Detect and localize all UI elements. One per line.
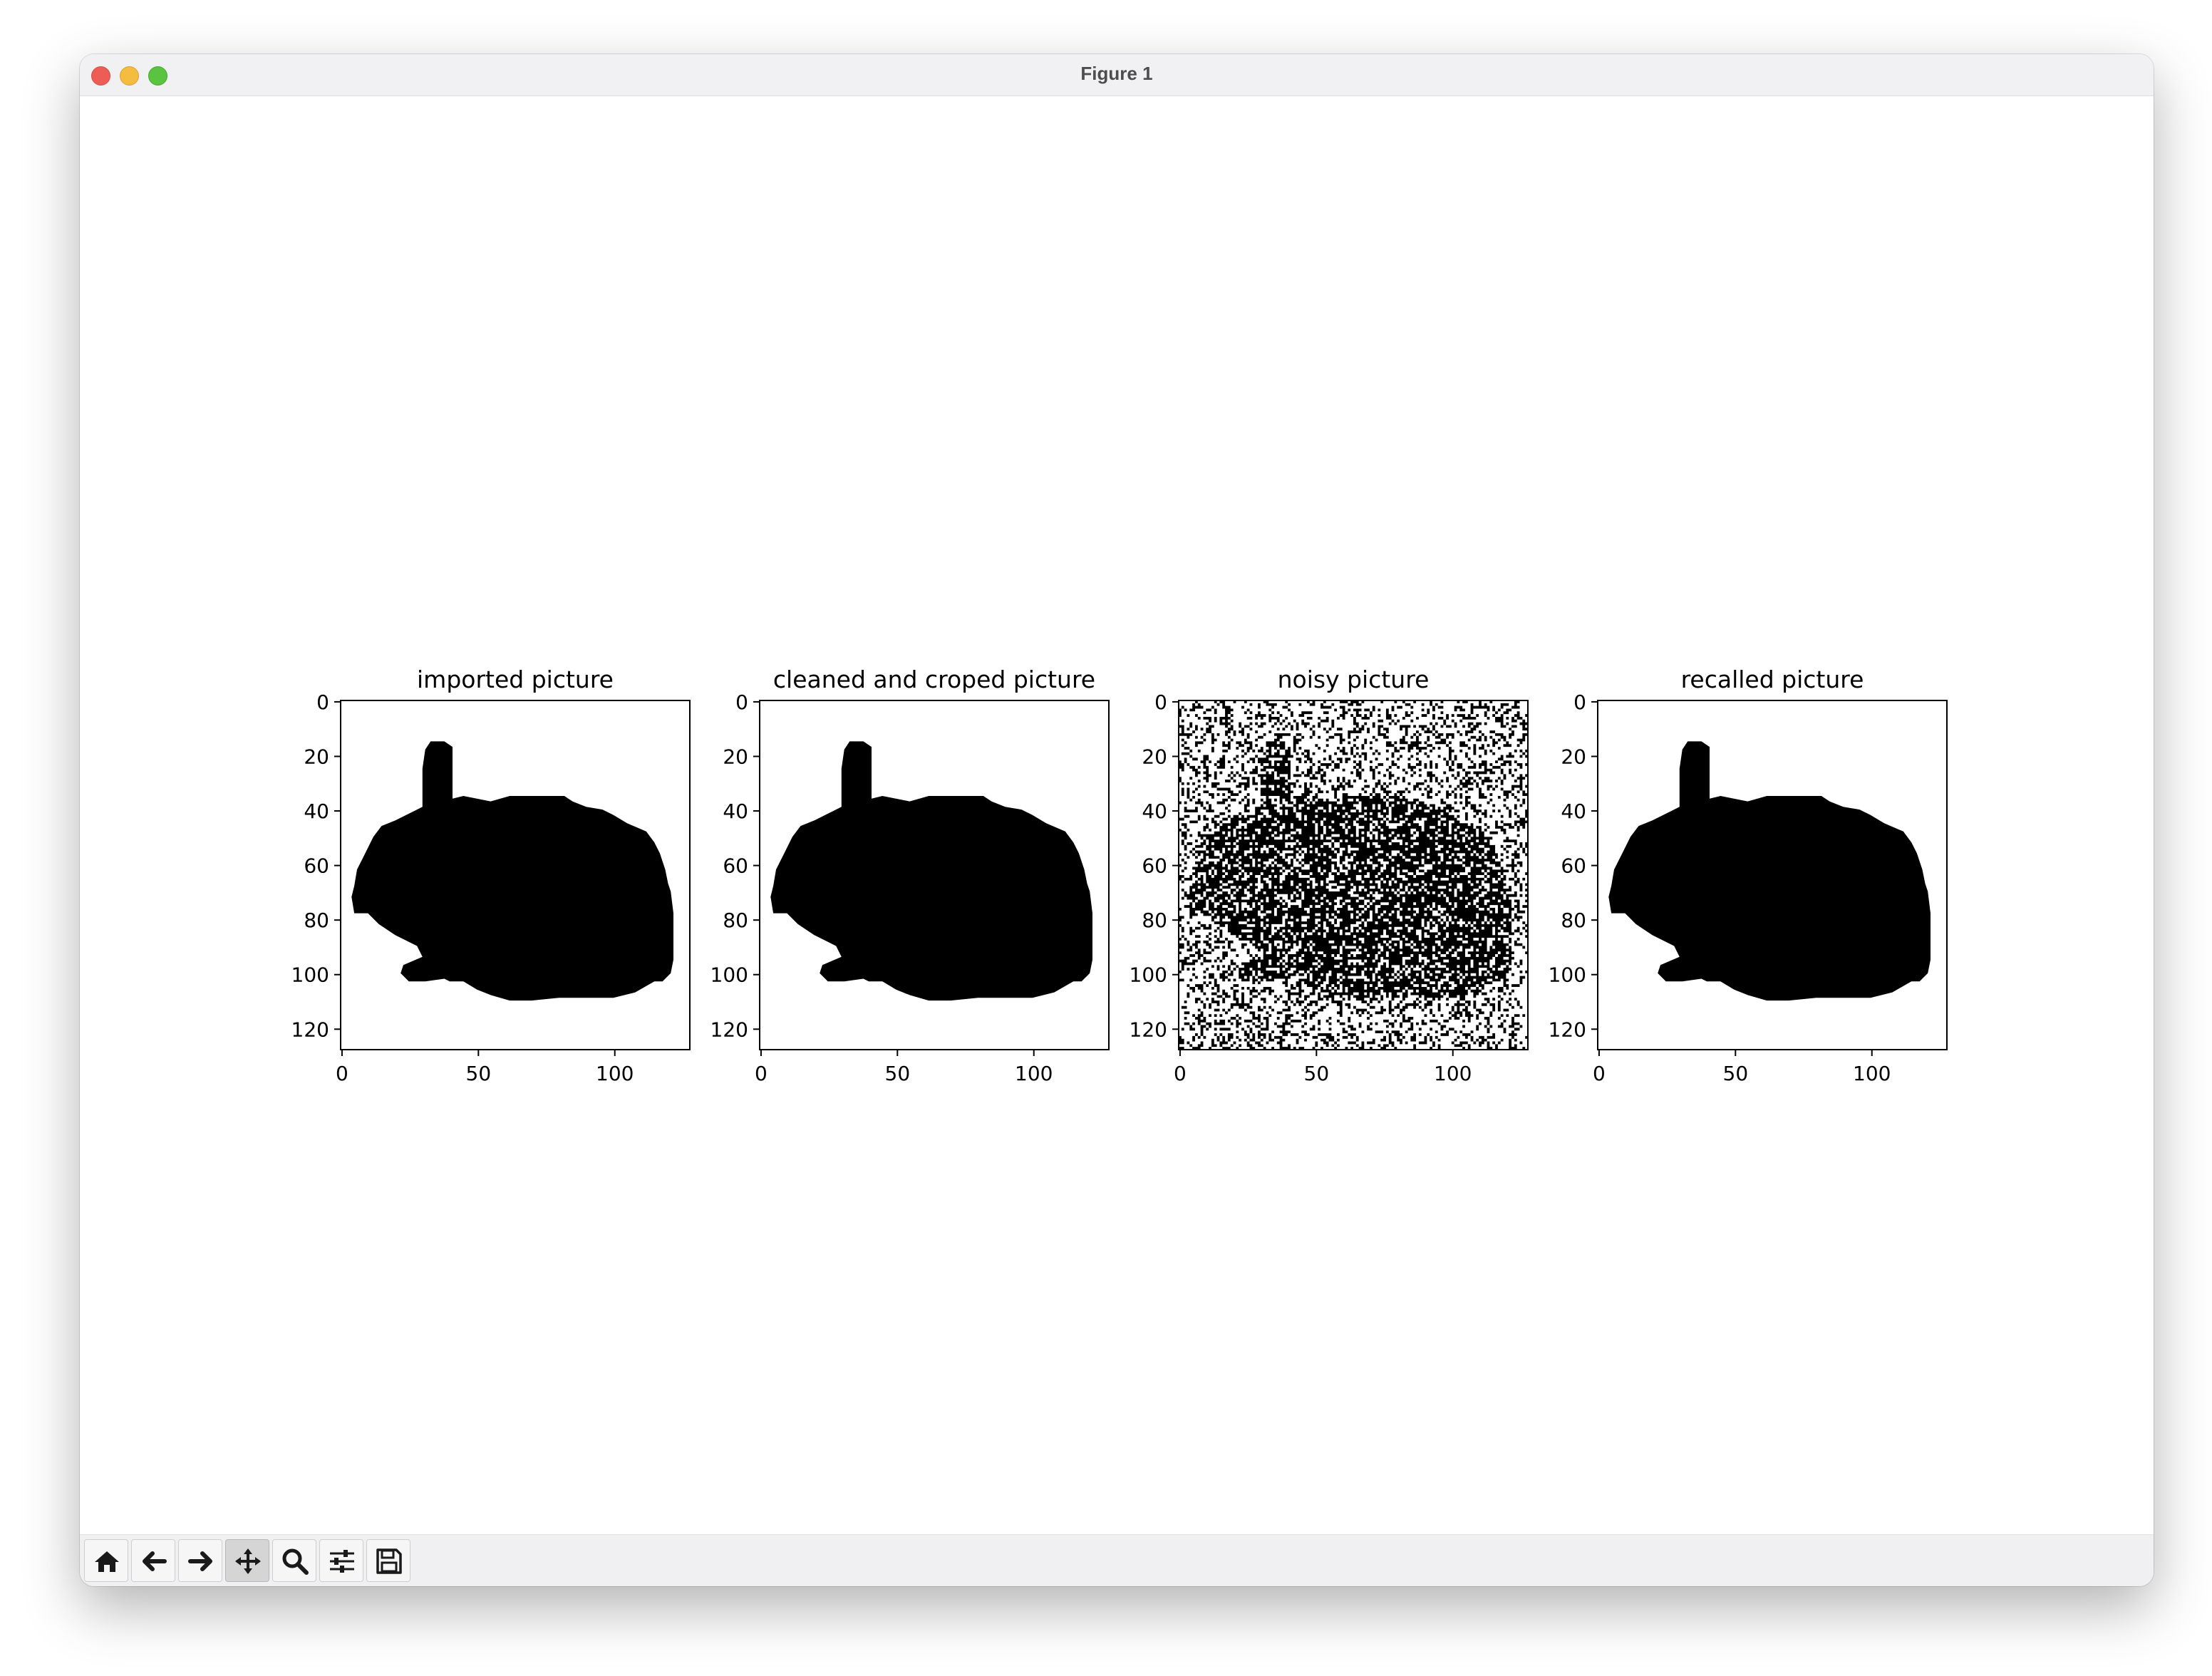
subplot-image — [341, 700, 690, 1050]
y-tick-label: 80 — [304, 909, 329, 932]
y-tick-label: 40 — [723, 800, 748, 823]
x-tick-label: 100 — [596, 1062, 634, 1085]
y-tick-label: 120 — [710, 1018, 748, 1041]
x-tick-label: 100 — [1015, 1062, 1053, 1085]
x-tick-label: 0 — [1593, 1062, 1606, 1085]
home-icon — [95, 1551, 119, 1572]
configure-subplots-icon — [330, 1550, 354, 1573]
x-tick-label: 0 — [755, 1062, 768, 1085]
y-tick-label: 20 — [1142, 745, 1167, 768]
forward-arrow-icon — [188, 1551, 212, 1571]
zoom-button[interactable] — [272, 1539, 316, 1582]
subplot-title: imported picture — [417, 666, 614, 693]
y-tick-label: 0 — [316, 690, 329, 714]
figure-window: Figure 1 imported picture 0 20 40 60 80 100 120… — [80, 54, 2154, 1586]
y-tick-label: 80 — [1561, 909, 1586, 932]
configure-subplots-button[interactable] — [319, 1539, 363, 1582]
y-tick-label: 60 — [304, 854, 329, 878]
x-tick-label: 50 — [885, 1062, 911, 1085]
x-tick-label: 50 — [1304, 1062, 1330, 1085]
figure-canvas[interactable]: imported picture 0 20 40 60 80 100 120 0 50 100 cle… — [80, 96, 2154, 1521]
subplot-title: cleaned and croped picture — [773, 666, 1095, 693]
subplot-image — [1598, 700, 1947, 1050]
y-tick-label: 100 — [1130, 963, 1167, 987]
y-tick-label: 60 — [723, 854, 748, 878]
pan-icon — [235, 1548, 261, 1574]
forward-button[interactable] — [178, 1539, 222, 1582]
save-button[interactable] — [366, 1539, 410, 1582]
subplot-title: noisy picture — [1278, 666, 1430, 693]
back-arrow-icon — [143, 1551, 167, 1571]
subplot-image — [760, 700, 1109, 1050]
subplot-title: recalled picture — [1681, 666, 1864, 693]
subplots-figure: imported picture0204060801001200 50 100cle… — [291, 666, 1948, 1085]
y-tick-label: 120 — [291, 1018, 329, 1041]
y-tick-label: 0 — [735, 690, 748, 714]
subplot-4: recalled picture 0 20 40 60 80 100 120 0 50 100 — [1549, 666, 1948, 1085]
y-tick-label: 40 — [1561, 800, 1586, 823]
y-tick-label: 100 — [710, 963, 748, 987]
title-bar[interactable]: Figure 1 — [80, 54, 2154, 96]
pan-button[interactable] — [225, 1539, 269, 1582]
y-tick-label: 0 — [1154, 690, 1167, 714]
y-tick-label: 20 — [1561, 745, 1586, 768]
x-tick-label: 100 — [1853, 1062, 1891, 1085]
window-title: Figure 1 — [1080, 63, 1153, 84]
subplot-3: noisy picture 0 20 40 60 80 100 120 0 50 100 — [1130, 666, 1529, 1085]
y-tick-label: 20 — [723, 745, 748, 768]
x-tick-label: 50 — [466, 1062, 492, 1085]
navigation-toolbar — [80, 1534, 2154, 1586]
y-tick-label: 60 — [1561, 854, 1586, 878]
y-tick-label: 100 — [1549, 963, 1586, 987]
y-tick-label: 120 — [1130, 1018, 1167, 1041]
y-tick-label: 40 — [1142, 800, 1167, 823]
x-tick-label: 100 — [1434, 1062, 1472, 1085]
x-tick-label: 0 — [1174, 1062, 1187, 1085]
y-tick-label: 20 — [304, 745, 329, 768]
y-tick-label: 80 — [1142, 909, 1167, 932]
subplot-1: imported picture 0 20 40 60 80 100 120 0 50 100 — [291, 666, 691, 1085]
home-button[interactable] — [84, 1539, 128, 1582]
y-tick-label: 0 — [1573, 690, 1586, 714]
subplot-2: cleaned and croped picture 0 20 40 60 80 100 12… — [710, 666, 1110, 1085]
y-tick-label: 40 — [304, 800, 329, 823]
y-tick-label: 60 — [1142, 854, 1167, 878]
x-tick-label: 0 — [336, 1062, 348, 1085]
zoom-icon — [282, 1548, 309, 1575]
y-tick-label: 80 — [723, 909, 748, 932]
save-icon — [376, 1548, 402, 1574]
back-button[interactable] — [131, 1539, 175, 1582]
y-tick-label: 120 — [1549, 1018, 1586, 1041]
x-tick-label: 50 — [1723, 1062, 1749, 1085]
subplot-image — [1179, 700, 1528, 1050]
y-tick-label: 100 — [291, 963, 329, 987]
